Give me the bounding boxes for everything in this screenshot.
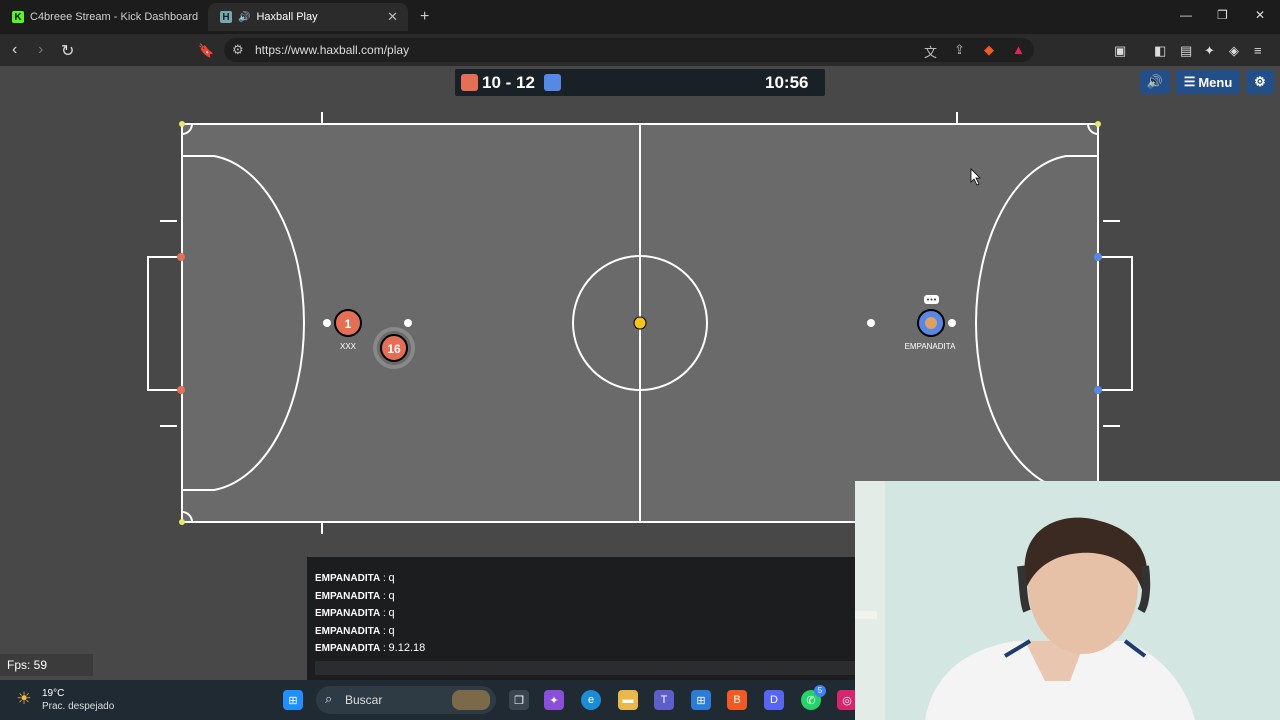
whatsapp-badge: 5 <box>814 685 826 697</box>
weather-desc: Prac. despejado <box>42 701 115 712</box>
instagram-icon[interactable]: ◎ <box>837 690 857 710</box>
sound-button[interactable]: 🔊 <box>1140 70 1170 94</box>
corner-post <box>1095 121 1101 127</box>
chat-author: EMPANADITA <box>315 608 381 619</box>
discord-icon[interactable]: D <box>764 690 784 710</box>
weather-icon[interactable]: ☀ <box>14 689 34 709</box>
search-placeholder: Buscar <box>345 693 383 707</box>
search-icon: ⌕ <box>325 691 333 706</box>
chat-text: q <box>388 625 395 637</box>
player-avatar-icon <box>925 317 937 329</box>
blue-team-icon <box>544 74 561 91</box>
red-goal-post <box>177 253 185 261</box>
kick-marker <box>948 319 956 327</box>
file-explorer-icon[interactable]: ▬ <box>618 690 638 710</box>
chat-message: EMPANADITA : q <box>315 572 395 584</box>
player-number: 16 <box>387 342 401 356</box>
chat-text: 9.12.18 <box>388 642 426 654</box>
game-timer: 10:56 <box>765 73 809 92</box>
task-view-icon[interactable]: ❐ <box>509 690 529 710</box>
chat-bubble-icon <box>924 295 939 304</box>
edge-icon[interactable]: e <box>581 690 601 710</box>
ball <box>633 316 647 330</box>
chat-author: EMPANADITA <box>315 626 381 637</box>
kick-marker <box>404 319 412 327</box>
store-icon[interactable]: ⊞ <box>691 690 711 710</box>
menu-label: Menu <box>1198 74 1233 90</box>
temperature: 19°C <box>42 688 65 699</box>
copilot-icon[interactable]: ✦ <box>544 690 564 710</box>
chat-message: EMPANADITA : q <box>315 625 395 637</box>
chat-text: q <box>388 590 395 602</box>
red-goal-post <box>177 386 185 394</box>
hamburger-icon: ☰ <box>1183 74 1196 89</box>
kick-marker <box>867 319 875 327</box>
player-name: XXX <box>340 342 357 351</box>
player-name: EMPANADITA <box>905 342 956 351</box>
score: 10 - 12 <box>482 73 535 92</box>
chat-panel: EMPANADITA : q EMPANADITA : q EMPANADITA… <box>307 557 855 680</box>
chat-author: EMPANADITA <box>315 591 381 602</box>
webcam-overlay <box>855 481 1280 720</box>
kick-marker <box>323 319 331 327</box>
taskbar-search[interactable]: ⌕ Buscar <box>316 686 496 714</box>
settings-button[interactable]: ⚙ <box>1246 70 1274 94</box>
player-number: 1 <box>345 317 352 331</box>
red-team-icon <box>461 74 478 91</box>
streamer-photo <box>855 481 1280 720</box>
chat-text: q <box>388 572 395 584</box>
teams-icon[interactable]: T <box>654 690 674 710</box>
chat-author: EMPANADITA <box>315 573 381 584</box>
windows-start-icon[interactable]: ⊞ <box>283 690 303 710</box>
speaker-icon: 🔊 <box>1146 74 1164 89</box>
chat-text: q <box>388 607 395 619</box>
chat-author: EMPANADITA <box>315 643 381 654</box>
corner-post <box>179 121 185 127</box>
chat-message: EMPANADITA : q <box>315 590 395 602</box>
chat-message: EMPANADITA : q <box>315 607 395 619</box>
blue-goal-post <box>1094 253 1102 261</box>
blue-goal-post <box>1094 386 1102 394</box>
chat-message: EMPANADITA : 9.12.18 <box>315 642 426 654</box>
menu-button[interactable]: ☰ Menu <box>1176 70 1240 94</box>
corner-post <box>179 519 185 525</box>
brave-icon[interactable]: B <box>727 690 747 710</box>
gear-icon: ⚙ <box>1254 74 1266 89</box>
fps-counter: Fps: 59 <box>0 654 93 676</box>
search-highlight-icon <box>452 690 490 710</box>
chat-input[interactable] <box>315 661 855 675</box>
